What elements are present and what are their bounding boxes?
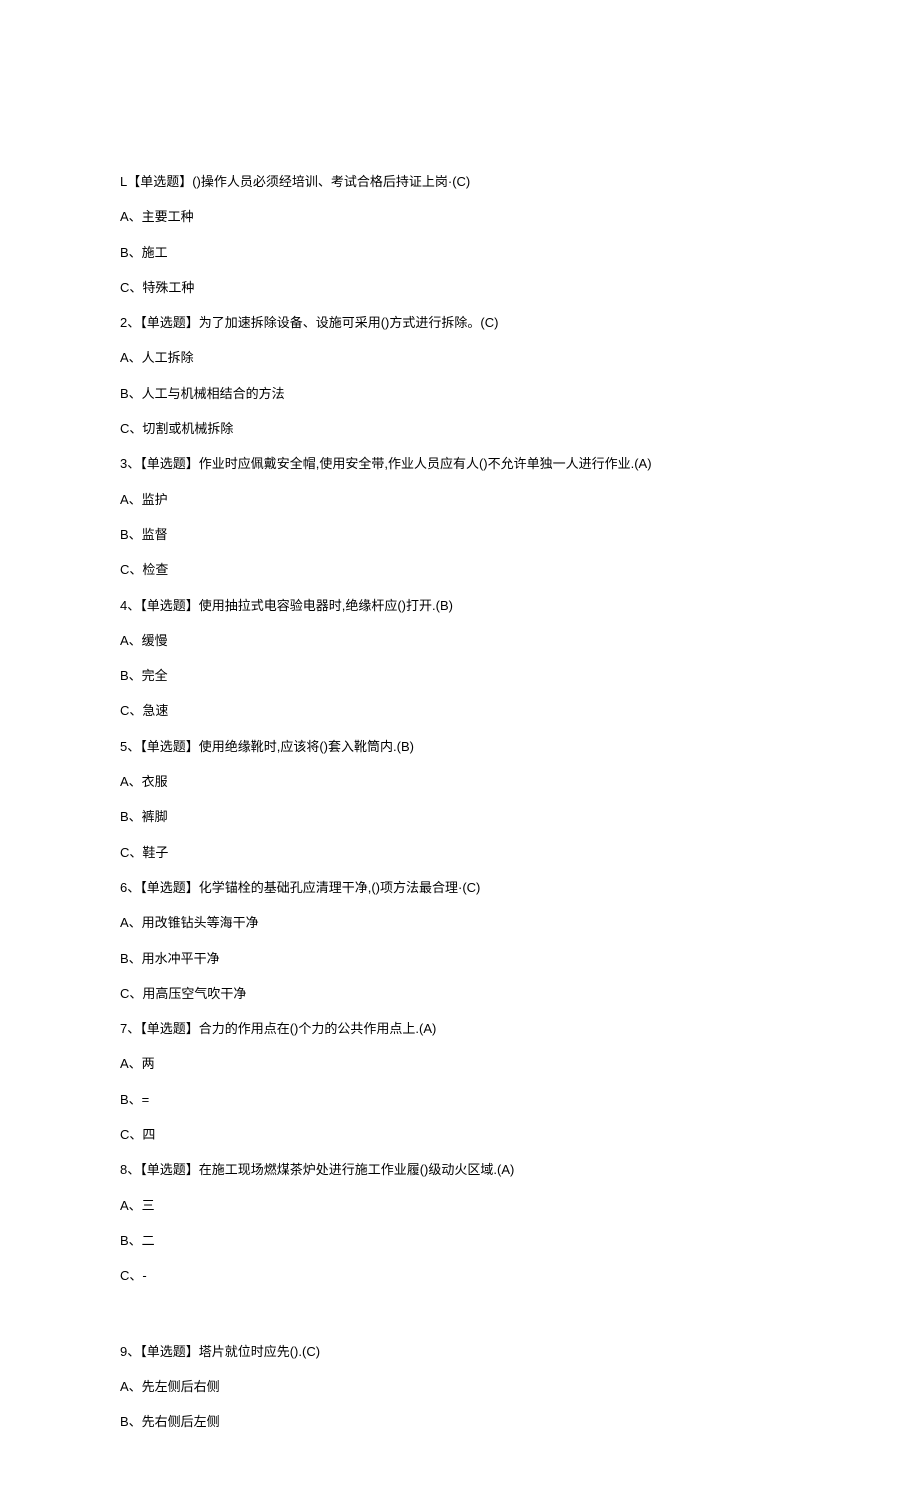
- text-line: A、先左侧后右侧: [120, 1377, 800, 1398]
- section-gap: [120, 1302, 800, 1342]
- text-line: A、用改锥钻头等海干净: [120, 913, 800, 934]
- text-line: 4、【单选题】使用抽拉式电容验电器时,绝缘杆应()打开.(B): [120, 596, 800, 617]
- text-line: 3、【单选题】作业时应佩戴安全帽,使用安全带,作业人员应有人()不允许单独一人进…: [120, 454, 800, 475]
- text-line: A、两: [120, 1054, 800, 1075]
- text-line: C、四: [120, 1125, 800, 1146]
- document-content: L【单选题】()操作人员必须经培训、考试合格后持证上岗·(C) A、主要工种 B、施…: [120, 172, 800, 1433]
- text-line: C、特殊工种: [120, 278, 800, 299]
- text-line: L【单选题】()操作人员必须经培训、考试合格后持证上岗·(C): [120, 172, 800, 193]
- text-line: 7、【单选题】合力的作用点在()个力的公共作用点上.(A): [120, 1019, 800, 1040]
- text-line: C、用高压空气吹干净: [120, 984, 800, 1005]
- text-line: 9、【单选题】塔片就位时应先().(C): [120, 1342, 800, 1363]
- text-line: C、-: [120, 1266, 800, 1287]
- text-line: B、=: [120, 1090, 800, 1111]
- text-line: A、三: [120, 1196, 800, 1217]
- text-line: 2、【单选题】为了加速拆除设备、设施可采用()方式进行拆除。(C): [120, 313, 800, 334]
- text-line: A、衣服: [120, 772, 800, 793]
- text-line: C、鞋子: [120, 843, 800, 864]
- text-line: A、缓慢: [120, 631, 800, 652]
- text-line: A、监护: [120, 490, 800, 511]
- text-line: B、裤脚: [120, 807, 800, 828]
- text-line: A、人工拆除: [120, 348, 800, 369]
- text-line: C、切割或机械拆除: [120, 419, 800, 440]
- text-line: B、完全: [120, 666, 800, 687]
- text-line: B、二: [120, 1231, 800, 1252]
- text-line: B、施工: [120, 243, 800, 264]
- text-line: B、先右侧后左侧: [120, 1412, 800, 1433]
- text-line: B、人工与机械相结合的方法: [120, 384, 800, 405]
- text-line: A、主要工种: [120, 207, 800, 228]
- text-line: B、用水冲平干净: [120, 949, 800, 970]
- text-line: C、急速: [120, 701, 800, 722]
- text-line: 8、【单选题】在施工现场燃煤茶炉处进行施工作业履()级动火区域.(A): [120, 1160, 800, 1181]
- text-line: 6、【单选题】化学锚栓的基础孔应清理干净,()项方法最合理·(C): [120, 878, 800, 899]
- text-line: B、监督: [120, 525, 800, 546]
- text-line: C、检查: [120, 560, 800, 581]
- text-line: 5、【单选题】使用绝缘靴时,应该将()套入靴筒内.(B): [120, 737, 800, 758]
